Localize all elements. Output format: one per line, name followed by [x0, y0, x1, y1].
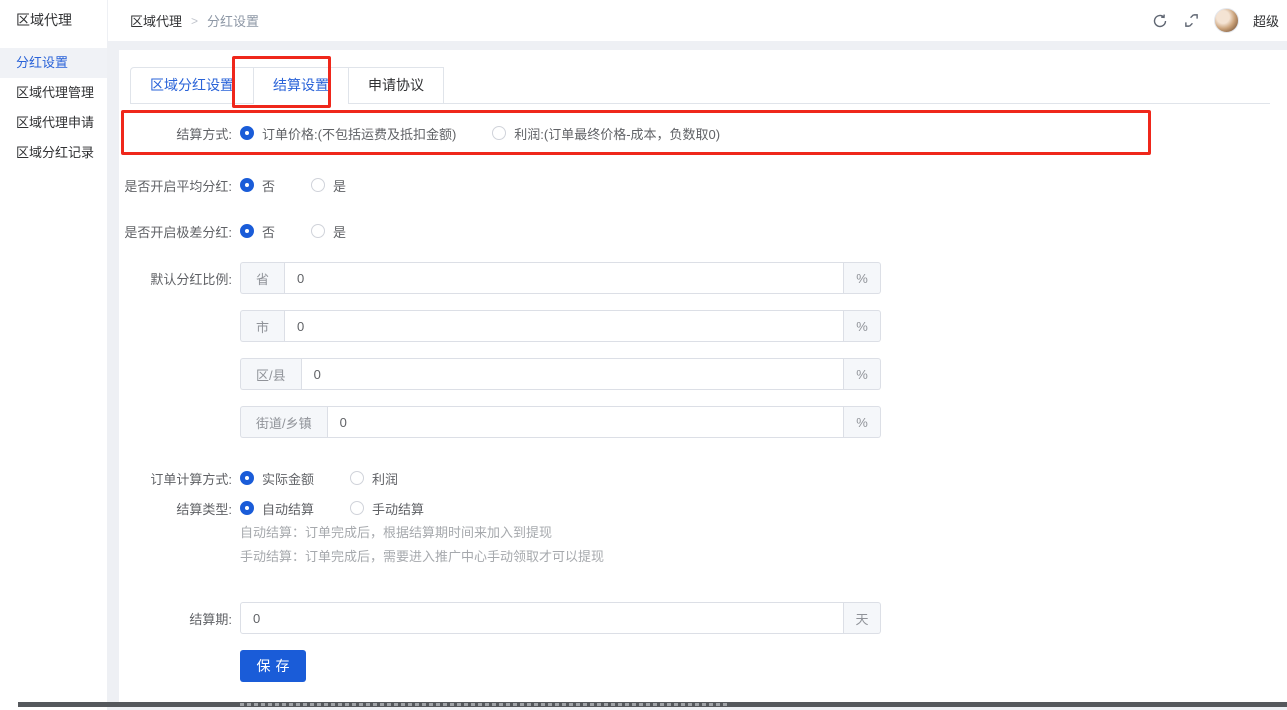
- ratio-city-prepend: 市: [240, 310, 284, 342]
- manual-settle-tip: 手动结算：订单完成后，需要进入推广中心手动领取才可以提现: [240, 546, 604, 565]
- ratio-province-input[interactable]: [284, 262, 844, 294]
- breadcrumb-item-parent[interactable]: 区域代理: [130, 11, 182, 30]
- radio-actual-amount-label: 实际金额: [262, 469, 314, 488]
- ratio-province-unit: %: [844, 262, 881, 294]
- form-row-settle-type: 结算类型: 自动结算 手动结算: [119, 490, 1219, 526]
- tabs-header: 区域分红设置 结算设置 申请协议: [130, 67, 1270, 104]
- save-button[interactable]: 保存: [240, 650, 306, 682]
- radio-range-yes[interactable]: 是: [311, 222, 346, 241]
- ratio-city-unit: %: [844, 310, 881, 342]
- radio-average-yes[interactable]: 是: [311, 176, 346, 195]
- radio-order-profit[interactable]: 利润: [350, 469, 398, 488]
- radio-selected-icon: [240, 501, 254, 515]
- tab-settlement-settings[interactable]: 结算设置: [254, 67, 349, 104]
- settle-period-unit: 天: [844, 602, 881, 634]
- ratio-district-prepend: 区/县: [240, 358, 301, 390]
- radio-unselected-icon: [311, 224, 325, 238]
- default-ratio-label: 默认分红比例:: [119, 269, 232, 288]
- average-dividend-label: 是否开启平均分红:: [119, 176, 232, 195]
- sidebar-item-dividend-records[interactable]: 区域分红记录: [0, 138, 107, 168]
- sidebar-item-dividend-settings[interactable]: 分红设置: [0, 48, 107, 78]
- radio-unselected-icon: [350, 501, 364, 515]
- ratio-province-input-group: 省 %: [240, 262, 881, 294]
- user-name[interactable]: 超级: [1253, 11, 1279, 30]
- cropped-text-marks: [240, 703, 730, 706]
- radio-selected-icon: [240, 224, 254, 238]
- radio-unselected-icon: [492, 126, 506, 140]
- settle-method-label: 结算方式:: [119, 124, 232, 143]
- header-divider: [107, 0, 108, 41]
- radio-manual-settle[interactable]: 手动结算: [350, 499, 424, 518]
- settle-type-label: 结算类型:: [119, 499, 232, 518]
- radio-average-no[interactable]: 否: [240, 176, 275, 195]
- form-row-ratio-province: 默认分红比例: 省 %: [119, 262, 1219, 294]
- ratio-street-unit: %: [844, 406, 881, 438]
- radio-selected-icon: [240, 471, 254, 485]
- radio-range-yes-label: 是: [333, 222, 346, 241]
- user-avatar[interactable]: [1214, 8, 1239, 33]
- ratio-district-input[interactable]: [301, 358, 844, 390]
- ratio-city-input-group: 市 %: [240, 310, 881, 342]
- form-row-ratio-city: 市 %: [119, 310, 1219, 342]
- radio-unselected-icon: [311, 178, 325, 192]
- fullscreen-icon[interactable]: [1183, 12, 1200, 29]
- ratio-city-input[interactable]: [284, 310, 844, 342]
- radio-range-no-label: 否: [262, 222, 275, 241]
- radio-profit[interactable]: 利润:(订单最终价格-成本，负数取0): [492, 124, 720, 143]
- ratio-street-input[interactable]: [327, 406, 844, 438]
- range-dividend-label: 是否开启极差分红:: [119, 222, 232, 241]
- app-title: 区域代理: [16, 0, 72, 41]
- form-row-ratio-district: 区/县 %: [119, 358, 1219, 390]
- form-row-settle-method: 结算方式: 订单价格:(不包括运费及抵扣金额) 利润:(订单最终价格-成本，负数…: [119, 115, 1219, 151]
- radio-selected-icon: [240, 126, 254, 140]
- breadcrumb-item-current: 分红设置: [207, 11, 259, 30]
- form-row-average-dividend: 是否开启平均分红: 否 是: [119, 167, 1219, 203]
- form-row-range-dividend: 是否开启极差分红: 否 是: [119, 213, 1219, 249]
- ratio-district-input-group: 区/县 %: [240, 358, 881, 390]
- radio-profit-label: 利润:(订单最终价格-成本，负数取0): [514, 124, 720, 143]
- radio-order-price[interactable]: 订单价格:(不包括运费及抵扣金额): [240, 124, 456, 143]
- settle-period-label: 结算期:: [119, 609, 232, 628]
- breadcrumb-separator-icon: >: [191, 14, 198, 28]
- tabs-nav: 区域分红设置 结算设置 申请协议: [130, 67, 444, 104]
- form-row-ratio-street: 街道/乡镇 %: [119, 406, 1219, 438]
- settle-period-input[interactable]: [240, 602, 844, 634]
- form-row-settle-period: 结算期: 天: [119, 602, 1219, 634]
- radio-average-yes-label: 是: [333, 176, 346, 195]
- radio-selected-icon: [240, 178, 254, 192]
- sidebar-item-agent-management[interactable]: 区域代理管理: [0, 78, 107, 108]
- ratio-province-prepend: 省: [240, 262, 284, 294]
- settle-period-input-group: 天: [240, 602, 881, 634]
- sidebar: 分红设置 区域代理管理 区域代理申请 区域分红记录: [0, 41, 107, 710]
- radio-actual-amount[interactable]: 实际金额: [240, 469, 314, 488]
- header-actions: 超级: [1152, 0, 1279, 41]
- refresh-icon[interactable]: [1152, 12, 1169, 29]
- ratio-district-unit: %: [844, 358, 881, 390]
- radio-unselected-icon: [350, 471, 364, 485]
- tab-application-agreement[interactable]: 申请协议: [349, 67, 444, 103]
- tab-region-dividend-settings[interactable]: 区域分红设置: [130, 67, 254, 103]
- cropped-content-strip: [18, 702, 1287, 707]
- auto-settle-tip: 自动结算：订单完成后，根据结算期时间来加入到提现: [240, 522, 552, 541]
- top-header: 区域代理 区域代理 > 分红设置 超级: [0, 0, 1287, 41]
- breadcrumb: 区域代理 > 分红设置: [130, 0, 259, 41]
- radio-auto-settle[interactable]: 自动结算: [240, 499, 314, 518]
- order-calc-label: 订单计算方式:: [119, 469, 232, 488]
- sidebar-item-agent-application[interactable]: 区域代理申请: [0, 108, 107, 138]
- radio-order-price-label: 订单价格:(不包括运费及抵扣金额): [262, 124, 456, 143]
- radio-average-no-label: 否: [262, 176, 275, 195]
- page: 区域代理 区域代理 > 分红设置 超级 分红: [0, 0, 1287, 710]
- ratio-street-prepend: 街道/乡镇: [240, 406, 327, 438]
- radio-manual-settle-label: 手动结算: [372, 499, 424, 518]
- radio-order-profit-label: 利润: [372, 469, 398, 488]
- ratio-street-input-group: 街道/乡镇 %: [240, 406, 881, 438]
- radio-range-no[interactable]: 否: [240, 222, 275, 241]
- radio-auto-settle-label: 自动结算: [262, 499, 314, 518]
